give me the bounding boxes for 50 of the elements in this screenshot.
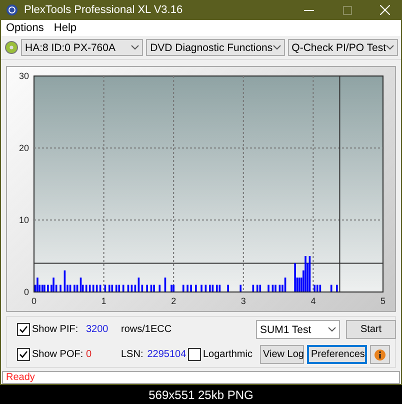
- bar: [252, 284, 254, 292]
- axis-label: 30: [18, 71, 29, 82]
- bar: [104, 284, 106, 292]
- lsn-label: LSN:: [121, 349, 144, 360]
- caret-icon: [131, 45, 140, 50]
- bar: [182, 284, 184, 292]
- menu-item[interactable]: Help: [54, 22, 77, 34]
- bar: [204, 284, 207, 292]
- disc-icon: [5, 41, 18, 54]
- caret-icon: [272, 45, 281, 50]
- pof-value: 0: [86, 349, 92, 360]
- dropdown[interactable]: Q-Check PI/PO Test: [288, 39, 398, 56]
- checkbox[interactable]: [17, 348, 30, 362]
- checkbox[interactable]: [188, 348, 201, 362]
- test-dropdown[interactable]: SUM1 Test: [256, 320, 340, 340]
- close-icon[interactable]: [380, 5, 390, 15]
- image-caption: 569x551 25kb PNG: [148, 386, 254, 404]
- checkbox[interactable]: [17, 323, 30, 336]
- checkbox-label: Show PIF:: [32, 324, 78, 336]
- axis-label: 5: [380, 296, 386, 306]
- app-logo-icon: [6, 4, 18, 16]
- info-icon: [374, 348, 386, 361]
- status-text: Ready: [6, 372, 35, 383]
- view-log-button[interactable]: View Log: [260, 345, 304, 364]
- caret-icon: [386, 45, 394, 50]
- axis-label: 10: [18, 215, 29, 226]
- start-button[interactable]: Start: [346, 320, 396, 340]
- window-title: PlexTools Professional XL V3.16: [24, 4, 184, 16]
- lsn-value: 2295104: [147, 349, 186, 360]
- menu-item[interactable]: Options: [6, 22, 44, 34]
- dropdown[interactable]: DVD Diagnostic Functions: [146, 39, 285, 56]
- axis-label: 20: [18, 143, 29, 154]
- axis-label: 4: [310, 296, 316, 306]
- axis-label: 2: [171, 296, 176, 306]
- pif-value: 3200: [86, 324, 108, 336]
- unit-label: rows/1ECC: [121, 324, 172, 336]
- bar: [122, 284, 124, 292]
- dropdown[interactable]: HA:8 ID:0 PX-760A: [21, 39, 144, 56]
- checkbox-label: Logarthmic: [203, 349, 252, 360]
- caret-icon: [328, 327, 336, 332]
- axis-label: 1: [101, 296, 106, 306]
- bar: [330, 284, 332, 292]
- axis-label: 0: [24, 287, 29, 298]
- axis-label: 0: [32, 296, 36, 306]
- checkbox-label: Show POF:: [32, 349, 84, 360]
- preferences-button[interactable]: Preferences: [307, 345, 367, 364]
- bar: [158, 284, 161, 292]
- info-button[interactable]: [370, 345, 390, 364]
- axis-label: 3: [240, 296, 246, 306]
- bar: [164, 278, 166, 292]
